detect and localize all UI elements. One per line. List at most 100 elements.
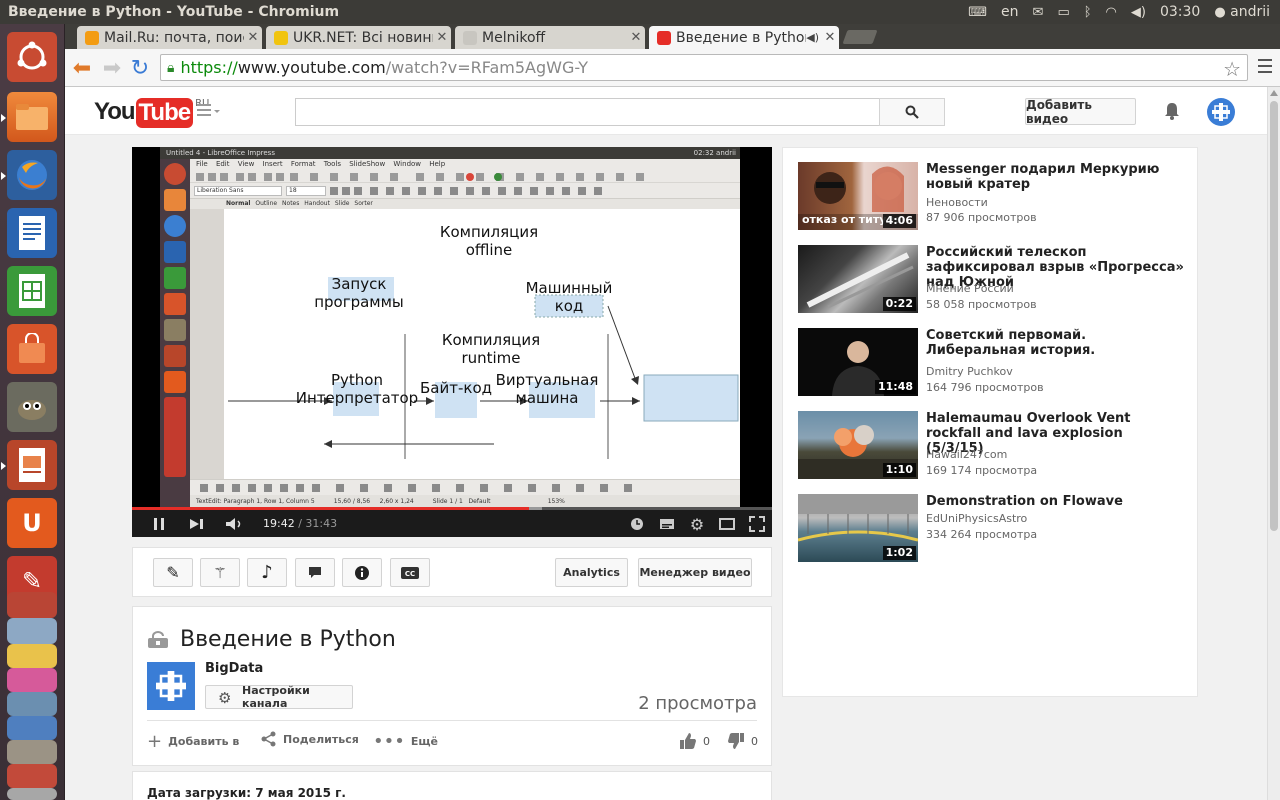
- edit-button[interactable]: ✎: [153, 558, 193, 587]
- subtitles-button[interactable]: [658, 515, 676, 533]
- next-button[interactable]: [188, 515, 206, 533]
- dislike-button[interactable]: 0: [727, 732, 758, 750]
- channel-name[interactable]: BigData: [205, 661, 263, 676]
- volume-button[interactable]: [224, 515, 246, 533]
- forward-button[interactable]: ➡: [99, 56, 125, 81]
- description-card: Дата загрузки: 7 мая 2015 г.: [132, 771, 772, 800]
- pause-button[interactable]: [150, 515, 168, 533]
- video-thumbnail[interactable]: отказ от титула 4:06: [798, 162, 918, 230]
- browser-tab-2[interactable]: UKR.NET: Всі новини ✕: [266, 26, 451, 49]
- launcher-stack-item-8[interactable]: [7, 764, 57, 788]
- embedded-window-title: Untitled 4 - LibreOffice Impress: [166, 149, 275, 157]
- enhance-button[interactable]: ⚚: [200, 558, 240, 587]
- launcher-calc-button[interactable]: [7, 266, 57, 316]
- keyboard-icon[interactable]: ⌨: [968, 5, 987, 20]
- related-video-title[interactable]: Советский первомай. Либеральная история.: [926, 328, 1184, 358]
- slide-label-run-program: Запуск программы: [314, 275, 404, 311]
- close-icon[interactable]: ✕: [627, 30, 645, 45]
- close-icon[interactable]: ✕: [433, 30, 451, 45]
- wifi-icon[interactable]: ◠: [1106, 5, 1117, 20]
- pause-icon: [154, 518, 164, 530]
- browser-tab-4[interactable]: Введение в Python ◀) ✕: [649, 26, 839, 49]
- search-input[interactable]: [295, 98, 880, 126]
- time-display: 19:42 / 31:43: [263, 517, 337, 530]
- channel-settings-button[interactable]: ⚙ Настройки канала: [205, 684, 353, 710]
- related-video-item[interactable]: 1:10 Halemaumau Overlook Vent rockfall a…: [798, 411, 1188, 479]
- watch-later-button[interactable]: [628, 515, 646, 533]
- launcher-firefox-button[interactable]: [1, 150, 57, 200]
- video-duration: 11:48: [874, 380, 916, 394]
- launcher-stack-item-9[interactable]: [7, 788, 57, 800]
- keyboard-layout[interactable]: en: [1001, 4, 1019, 20]
- share-button[interactable]: Поделиться: [261, 731, 359, 747]
- bluetooth-icon[interactable]: ᛒ: [1084, 5, 1092, 20]
- page-scrollbar[interactable]: [1267, 87, 1280, 800]
- fullscreen-button[interactable]: [748, 515, 766, 533]
- channel-avatar[interactable]: [147, 662, 195, 710]
- launcher-stack-item-2[interactable]: [7, 618, 57, 644]
- user-name: andrii: [1230, 4, 1270, 20]
- launcher-ubuntu-button[interactable]: [7, 32, 57, 82]
- mail-icon[interactable]: ✉: [1033, 5, 1044, 20]
- launcher-stack-item-5[interactable]: [7, 692, 57, 716]
- new-tab-button[interactable]: [842, 30, 878, 44]
- browser-menu-icon[interactable]: [1258, 59, 1272, 77]
- settings-button[interactable]: ⚙: [688, 515, 706, 534]
- related-video-item[interactable]: 11:48 Советский первомай. Либеральная ис…: [798, 328, 1188, 396]
- related-video-item[interactable]: отказ от титула 4:06 Messenger подарил М…: [798, 162, 1188, 230]
- launcher-stack-item-4[interactable]: [7, 668, 57, 692]
- related-video-item[interactable]: 0:22 Российский телескоп зафиксировал вз…: [798, 245, 1188, 313]
- slide-label-bytecode: Байт-код: [420, 379, 492, 397]
- reload-button[interactable]: ↻: [127, 56, 153, 81]
- user-menu[interactable]: ● andrii: [1214, 4, 1270, 20]
- launcher-stack-item-6[interactable]: [7, 716, 57, 740]
- share-label: Поделиться: [283, 732, 359, 746]
- browser-tab-1[interactable]: Mail.Ru: почта, поиск ✕: [77, 26, 262, 49]
- browser-tab-3[interactable]: Melnikoff ✕: [455, 26, 645, 49]
- theater-mode-button[interactable]: [718, 515, 736, 533]
- like-button[interactable]: 0: [679, 732, 710, 750]
- launcher-gimp-button[interactable]: [7, 382, 57, 432]
- notifications-bell-icon[interactable]: [1162, 101, 1182, 125]
- related-video-title[interactable]: Demonstration on Flowave: [926, 494, 1184, 509]
- video-thumbnail[interactable]: 11:48: [798, 328, 918, 396]
- close-icon[interactable]: ✕: [821, 30, 839, 45]
- more-button[interactable]: ••• Ещё: [373, 731, 438, 752]
- annotations-button[interactable]: [295, 558, 335, 587]
- launcher-stack-item-1[interactable]: [7, 592, 57, 618]
- analytics-button[interactable]: Analytics: [555, 558, 628, 587]
- scroll-up-arrow-icon[interactable]: [1270, 90, 1278, 96]
- launcher-stack-item-3[interactable]: [7, 644, 57, 668]
- search-button[interactable]: [879, 98, 945, 126]
- bookmark-star-icon[interactable]: ☆: [1223, 57, 1241, 81]
- account-avatar[interactable]: [1207, 98, 1235, 126]
- launcher-software-center-button[interactable]: [7, 324, 57, 374]
- add-to-button[interactable]: + Добавить в: [147, 731, 239, 752]
- launcher-impress-button[interactable]: [1, 440, 57, 490]
- launcher-writer-button[interactable]: [7, 208, 57, 258]
- video-manager-button[interactable]: Менеджер видео: [638, 558, 752, 587]
- related-video-title[interactable]: Messenger подарил Меркурию новый кратер: [926, 162, 1184, 192]
- info-button[interactable]: [342, 558, 382, 587]
- launcher-stack-item-7[interactable]: [7, 740, 57, 764]
- scrollbar-thumb[interactable]: [1270, 101, 1278, 531]
- video-player[interactable]: Untitled 4 - LibreOffice Impress 02:32 a…: [132, 147, 772, 537]
- volume-icon[interactable]: ◀): [1131, 5, 1146, 20]
- related-video-item[interactable]: 1:02 Demonstration on Flowave EdUniPhysi…: [798, 494, 1188, 562]
- address-bar[interactable]: 🔒︎ https://www.youtube.com/watch?v=RFam5…: [160, 54, 1248, 81]
- video-thumbnail[interactable]: 0:22: [798, 245, 918, 313]
- youtube-logo[interactable]: You Tube RU: [94, 98, 209, 128]
- video-thumbnail[interactable]: 1:10: [798, 411, 918, 479]
- captions-button[interactable]: CC: [390, 558, 430, 587]
- launcher-files-button[interactable]: [1, 92, 57, 142]
- close-icon[interactable]: ✕: [244, 30, 262, 45]
- audio-button[interactable]: ♪: [247, 558, 287, 587]
- battery-icon[interactable]: ▭: [1057, 5, 1069, 20]
- clock[interactable]: 03:30: [1160, 4, 1200, 20]
- guide-menu-button[interactable]: [197, 104, 223, 120]
- video-thumbnail[interactable]: 1:02: [798, 494, 918, 562]
- upload-button[interactable]: Добавить видео: [1025, 98, 1136, 126]
- tab-label: UKR.NET: Всі новини: [293, 29, 433, 46]
- back-button[interactable]: ⬅: [69, 56, 95, 81]
- launcher-ubuntu-one-button[interactable]: U: [7, 498, 57, 548]
